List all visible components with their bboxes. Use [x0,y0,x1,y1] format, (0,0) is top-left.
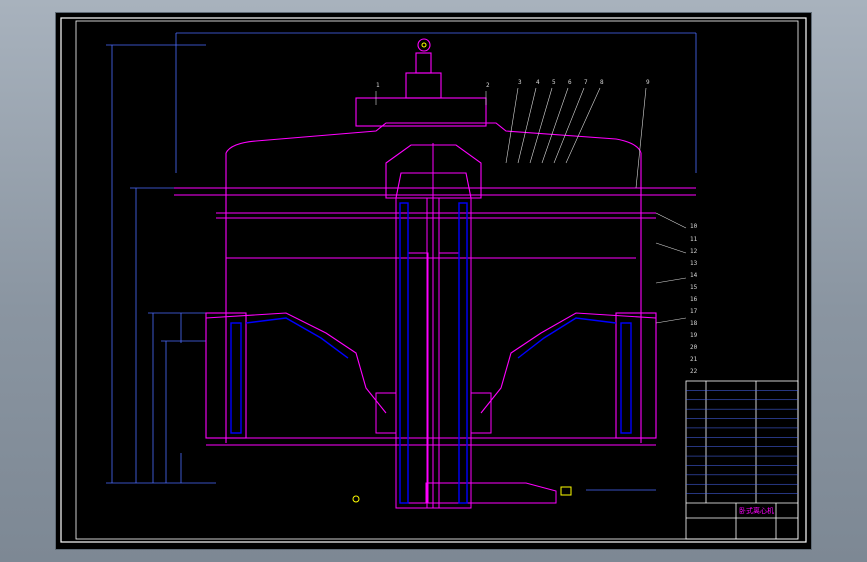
balloon-12: 12 [690,248,698,255]
balloon-13: 13 [690,260,698,267]
balloon-11: 11 [690,236,698,243]
balloon-6: 6 [568,79,572,86]
balloon-14: 14 [690,272,698,279]
balloon-1: 1 [376,82,380,89]
balloon-2: 2 [486,82,490,89]
section-hatching [230,202,632,504]
balloon-7: 7 [584,79,588,86]
title-block [685,380,799,540]
balloon-8: 8 [600,79,604,86]
balloon-22: 22 [690,368,698,375]
cad-viewport[interactable]: 1 2 3 4 5 6 7 8 9 10 11 12 13 14 15 16 17 18 19 20 21 22 卧式离心… [0,0,867,562]
balloon-20: 20 [690,344,698,351]
balloon-15: 15 [690,284,698,291]
drawing-sheet: 1 2 3 4 5 6 7 8 9 10 11 12 13 14 15 16 17 18 19 20 21 22 卧式离心… [56,13,811,549]
balloon-5: 5 [552,79,556,86]
shaft-assembly [375,143,557,509]
balloon-3: 3 [518,79,522,86]
balloon-21: 21 [690,356,698,363]
balloon-16: 16 [690,296,698,303]
balloon-4: 4 [536,79,540,86]
centrifuge-assembly-drawing: 1 2 3 4 5 6 7 8 910111213141516171819202122 卧式离心… [60,17,807,543]
balloon-17: 17 [690,308,698,315]
balloon-9: 9 [646,79,650,86]
cover-outline [174,38,696,443]
title-block-title: 卧式离心机 [739,506,774,515]
balloon-18: 18 [690,320,698,327]
dimension-lines [106,32,697,491]
balloon-19: 19 [690,332,698,339]
inner-frame [75,20,799,540]
balloon-10: 10 [690,223,698,230]
bowl-outline [205,257,657,446]
